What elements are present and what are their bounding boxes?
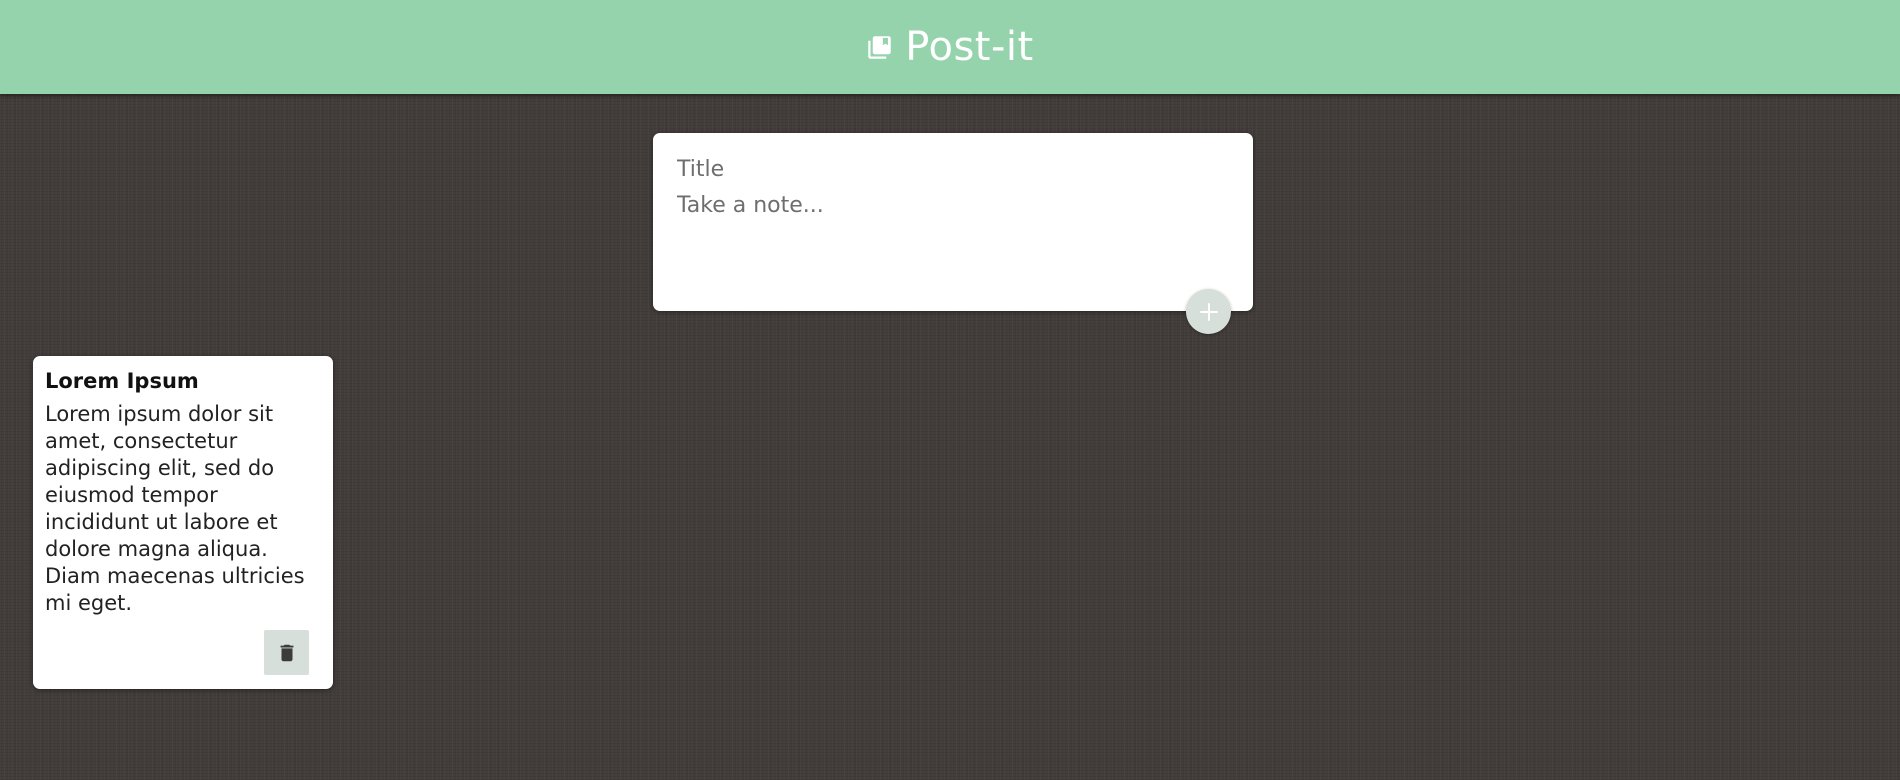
plus-icon bbox=[1199, 302, 1218, 321]
note-title-input[interactable] bbox=[677, 153, 1229, 185]
notes-stack-icon bbox=[868, 35, 892, 59]
delete-note-button[interactable] bbox=[264, 630, 309, 675]
add-note-button[interactable] bbox=[1186, 289, 1231, 334]
note-content-input[interactable] bbox=[677, 191, 1229, 271]
note-card: Lorem Ipsum Lorem ipsum dolor sit amet, … bbox=[33, 356, 333, 689]
app-title: Post-it bbox=[905, 24, 1034, 70]
app-header: Post-it bbox=[0, 0, 1900, 94]
brand: Post-it bbox=[866, 24, 1033, 70]
note-content: Lorem ipsum dolor sit amet, consectetur … bbox=[45, 402, 305, 615]
trash-icon bbox=[280, 644, 293, 661]
create-note-form bbox=[653, 133, 1253, 311]
note-title: Lorem Ipsum bbox=[45, 369, 199, 393]
